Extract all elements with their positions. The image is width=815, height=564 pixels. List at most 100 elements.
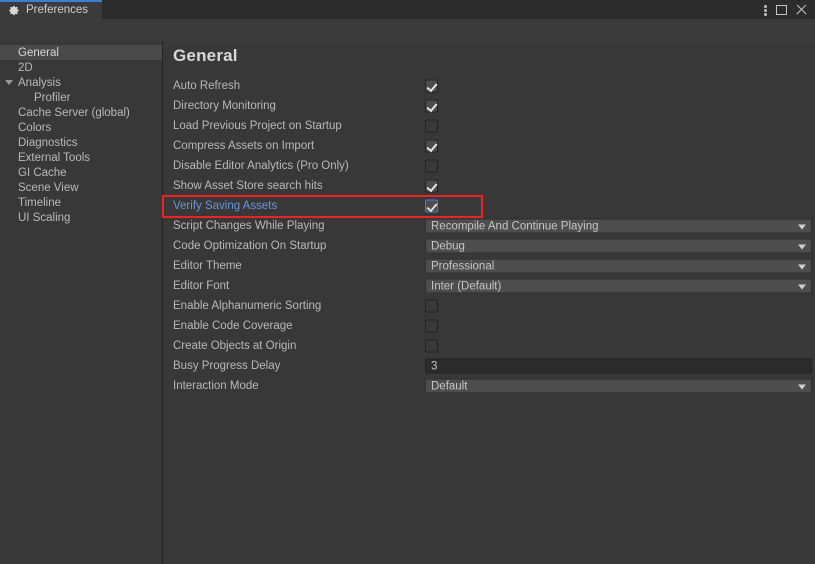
settings-rows: Auto Refresh Directory Monitoring Load Pre… — [164, 76, 815, 396]
setting-label: Load Previous Project on Startup — [173, 120, 342, 132]
sidebar-item-label: Cache Server (global) — [18, 106, 130, 119]
dropdown[interactable]: Default — [425, 378, 812, 394]
title-bar: Preferences — [0, 0, 815, 19]
checkbox[interactable] — [425, 79, 438, 93]
sidebar-item-analysis[interactable]: Analysis — [0, 75, 162, 90]
setting-label: Busy Progress Delay — [173, 360, 281, 372]
dropdown-value: Recompile And Continue Playing — [431, 220, 599, 232]
setting-label: Script Changes While Playing — [173, 220, 325, 232]
dropdown-value: Inter (Default) — [431, 280, 502, 292]
checkbox[interactable] — [425, 339, 438, 353]
setting-row: Editor Theme Professional — [164, 256, 815, 276]
sidebar-item-general[interactable]: General — [0, 45, 162, 60]
chevron-down-icon[interactable] — [5, 80, 13, 85]
chevron-down-icon — [798, 224, 806, 230]
sidebar-item-2d[interactable]: 2D — [0, 60, 162, 75]
setting-label: Enable Code Coverage — [173, 320, 293, 332]
checkbox[interactable] — [425, 319, 438, 333]
setting-label: Code Optimization On Startup — [173, 240, 327, 252]
preferences-window: Preferences General 2D Analysis Profiler Cac… — [0, 0, 815, 564]
setting-row: Create Objects at Origin — [164, 336, 815, 356]
sidebar-item-label: Analysis — [18, 76, 61, 89]
page-title: General — [173, 46, 238, 65]
setting-control: Default — [425, 378, 812, 394]
setting-control — [425, 79, 438, 93]
gear-icon — [9, 5, 19, 16]
sidebar-item-timeline[interactable]: Timeline — [0, 195, 162, 210]
setting-control: Debug — [425, 238, 812, 254]
kebab-menu-icon[interactable] — [764, 3, 767, 16]
setting-label: Disable Editor Analytics (Pro Only) — [173, 160, 349, 172]
setting-control: Recompile And Continue Playing — [425, 218, 812, 234]
chevron-down-icon — [798, 244, 806, 250]
setting-control — [425, 139, 438, 153]
setting-control — [425, 99, 438, 113]
setting-control: Professional — [425, 258, 812, 274]
setting-label: Compress Assets on Import — [173, 140, 315, 152]
chevron-down-icon — [798, 284, 806, 290]
setting-row: Enable Code Coverage — [164, 316, 815, 336]
setting-control: 3 — [425, 358, 812, 374]
setting-control: Inter (Default) — [425, 278, 812, 294]
checkbox[interactable] — [425, 299, 438, 313]
setting-label: Auto Refresh — [173, 80, 241, 92]
tab-label: Preferences — [26, 3, 89, 16]
setting-label: Enable Alphanumeric Sorting — [173, 300, 322, 312]
search-bar-row — [0, 19, 815, 57]
checkbox[interactable] — [425, 199, 438, 213]
window-controls — [764, 0, 811, 19]
sidebar-item-label: Scene View — [18, 181, 79, 194]
dropdown-value: Debug — [431, 240, 465, 252]
setting-control — [425, 119, 438, 133]
setting-label: Verify Saving Assets — [173, 200, 278, 212]
setting-row: Interaction Mode Default — [164, 376, 815, 396]
setting-label: Show Asset Store search hits — [173, 180, 323, 192]
sidebar-item-external-tools[interactable]: External Tools — [0, 150, 162, 165]
setting-label: Create Objects at Origin — [173, 340, 297, 352]
setting-label: Editor Theme — [173, 260, 242, 272]
setting-row: Load Previous Project on Startup — [164, 116, 815, 136]
setting-row: Compress Assets on Import — [164, 136, 815, 156]
setting-control — [425, 199, 438, 213]
dropdown-value: Professional — [431, 260, 495, 272]
sidebar-item-ui-scaling[interactable]: UI Scaling — [0, 210, 162, 225]
sidebar-item-scene-view[interactable]: Scene View — [0, 180, 162, 195]
setting-row: Directory Monitoring — [164, 96, 815, 116]
sidebar-item-cache-server-global[interactable]: Cache Server (global) — [0, 105, 162, 120]
dropdown[interactable]: Inter (Default) — [425, 278, 812, 294]
sidebar-item-label: 2D — [18, 61, 33, 74]
dropdown[interactable]: Recompile And Continue Playing — [425, 218, 812, 234]
text-field[interactable]: 3 — [425, 358, 812, 374]
chevron-down-icon — [798, 264, 806, 270]
sidebar-item-colors[interactable]: Colors — [0, 120, 162, 135]
setting-control — [425, 159, 438, 173]
dropdown[interactable]: Debug — [425, 238, 812, 254]
settings-category-sidebar: General 2D Analysis Profiler Cache Server (g… — [0, 41, 163, 564]
dropdown[interactable]: Professional — [425, 258, 812, 274]
sidebar-item-label: Timeline — [18, 196, 62, 209]
tab-preferences[interactable]: Preferences — [0, 0, 103, 19]
checkbox[interactable] — [425, 179, 438, 193]
checkbox[interactable] — [425, 139, 438, 153]
close-icon[interactable] — [796, 4, 807, 15]
setting-control — [425, 299, 438, 313]
setting-row: Editor Font Inter (Default) — [164, 276, 815, 296]
sidebar-item-profiler[interactable]: Profiler — [0, 90, 162, 105]
setting-label: Interaction Mode — [173, 380, 259, 392]
setting-control — [425, 179, 438, 193]
sidebar-item-gi-cache[interactable]: GI Cache — [0, 165, 162, 180]
sidebar-item-diagnostics[interactable]: Diagnostics — [0, 135, 162, 150]
sidebar-item-label: Colors — [18, 121, 52, 134]
sidebar-item-label: Profiler — [34, 91, 71, 104]
checkbox[interactable] — [425, 119, 438, 133]
setting-row: Show Asset Store search hits — [164, 176, 815, 196]
sidebar-item-label: External Tools — [18, 151, 91, 164]
setting-row: Code Optimization On Startup Debug — [164, 236, 815, 256]
dropdown-value: Default — [431, 380, 468, 392]
checkbox[interactable] — [425, 159, 438, 173]
checkbox[interactable] — [425, 99, 438, 113]
setting-label: Directory Monitoring — [173, 100, 276, 112]
maximize-icon[interactable] — [776, 4, 787, 15]
setting-row: Enable Alphanumeric Sorting — [164, 296, 815, 316]
setting-row: Busy Progress Delay 3 — [164, 356, 815, 376]
